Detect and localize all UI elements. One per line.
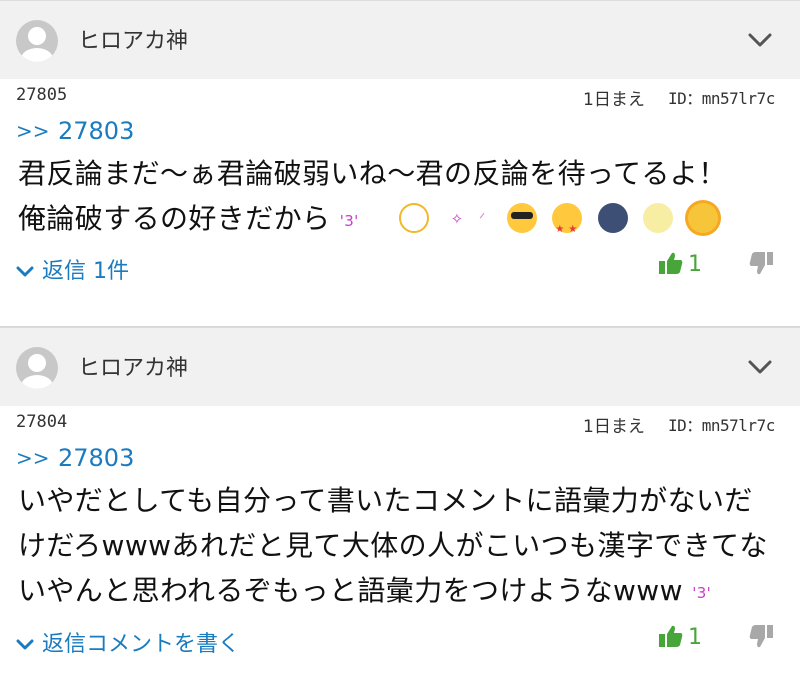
kiss-emoticon: '3' xyxy=(339,212,359,230)
reply-prefix: >> xyxy=(16,119,50,143)
body-line: いやんと思われるぞもっと語彙力をつけようなwww xyxy=(18,574,683,607)
like-count: 1 xyxy=(688,625,702,650)
wink-emoticon-icon: ✧ xyxy=(450,210,464,228)
chevron-down-icon xyxy=(16,266,34,277)
timestamp: 1日まえ xyxy=(583,90,645,110)
comment-card: ヒロアカ神 27804 1日まえ ID：mn57lr7c >> 27803 いや… xyxy=(0,326,800,675)
username[interactable]: ヒロアカ神 xyxy=(78,356,188,382)
like-count: 1 xyxy=(688,252,702,277)
sun-face-icon xyxy=(688,203,719,233)
smiling-face-icon xyxy=(399,203,430,233)
replies-label: 返信 1件 xyxy=(42,259,129,284)
write-reply-toggle[interactable]: 返信コメントを書く xyxy=(16,626,240,658)
body-line: 君反論まだ〜ぁ君論破弱いね〜君の反論を待ってるよ！ xyxy=(18,157,727,190)
reply-reference[interactable]: >> 27803 xyxy=(0,113,800,151)
timestamp: 1日まえ xyxy=(583,417,645,437)
like-button[interactable]: 1 xyxy=(658,251,702,277)
body-line: いやだとしても自分って書いたコメントに語彙力がないだ xyxy=(18,484,753,517)
wink-emoticon-icon: ᐟ xyxy=(478,210,486,228)
full-moon-face-icon xyxy=(642,203,673,233)
kiss-emoticon: '3' xyxy=(692,584,712,602)
comment-number: 27805 xyxy=(16,85,68,105)
body-line: けだろwwwあれだと見て大体の人がこいつも漢字できてな xyxy=(18,529,768,562)
star-struck-face-icon xyxy=(552,203,583,252)
body-line-with-emoji: 俺論破するの好きだから '3' ✧ ᐟ xyxy=(18,196,800,252)
write-reply-label: 返信コメントを書く xyxy=(42,632,241,657)
sunglasses-face-icon xyxy=(507,203,538,233)
replies-toggle[interactable]: 返信 1件 xyxy=(16,253,129,285)
reply-reference[interactable]: >> 27803 xyxy=(0,440,800,478)
thumbs-up-icon xyxy=(659,252,683,274)
dislike-button[interactable] xyxy=(748,251,774,281)
comment-footer: 返信 1件 1 xyxy=(0,243,800,303)
comment-header: ヒロアカ神 xyxy=(0,327,800,406)
comment-number: 27804 xyxy=(16,412,68,432)
chevron-down-icon[interactable] xyxy=(748,360,772,374)
comment-header: ヒロアカ神 xyxy=(0,0,800,79)
chevron-down-icon[interactable] xyxy=(748,33,772,47)
avatar[interactable] xyxy=(16,347,58,389)
comment-body: いやだとしても自分って書いたコメントに語彙力がないだ けだろwwwあれだと見て大… xyxy=(18,478,800,616)
comment-footer: 返信コメントを書く 1 xyxy=(0,616,800,676)
user-id: ID：mn57lr7c xyxy=(668,89,775,108)
comment-meta: 27804 1日まえ ID：mn57lr7c xyxy=(0,406,800,440)
reply-target-number[interactable]: 27803 xyxy=(58,444,134,472)
body-line: 俺論破するの好きだから xyxy=(18,202,331,235)
reply-prefix: >> xyxy=(16,446,50,470)
reply-target-number[interactable]: 27803 xyxy=(58,117,134,145)
user-id: ID：mn57lr7c xyxy=(668,416,775,435)
comment-meta: 27805 1日まえ ID：mn57lr7c xyxy=(0,79,800,113)
thumbs-up-icon xyxy=(659,625,683,647)
thumbs-down-icon xyxy=(749,625,773,648)
avatar[interactable] xyxy=(16,20,58,62)
new-moon-face-icon xyxy=(597,203,628,233)
username[interactable]: ヒロアカ神 xyxy=(78,29,188,55)
thumbs-down-icon xyxy=(749,252,773,275)
chevron-down-icon xyxy=(16,639,34,650)
like-button[interactable]: 1 xyxy=(658,624,702,650)
comment-body: 君反論まだ〜ぁ君論破弱いね〜君の反論を待ってるよ！ 俺論破するの好きだから '3… xyxy=(18,151,800,252)
comment-card: ヒロアカ神 27805 1日まえ ID：mn57lr7c >> 27803 君反… xyxy=(0,0,800,326)
dislike-button[interactable] xyxy=(748,624,774,654)
body-line-with-emoji: いやんと思われるぞもっと語彙力をつけようなwww '3' xyxy=(18,568,800,616)
